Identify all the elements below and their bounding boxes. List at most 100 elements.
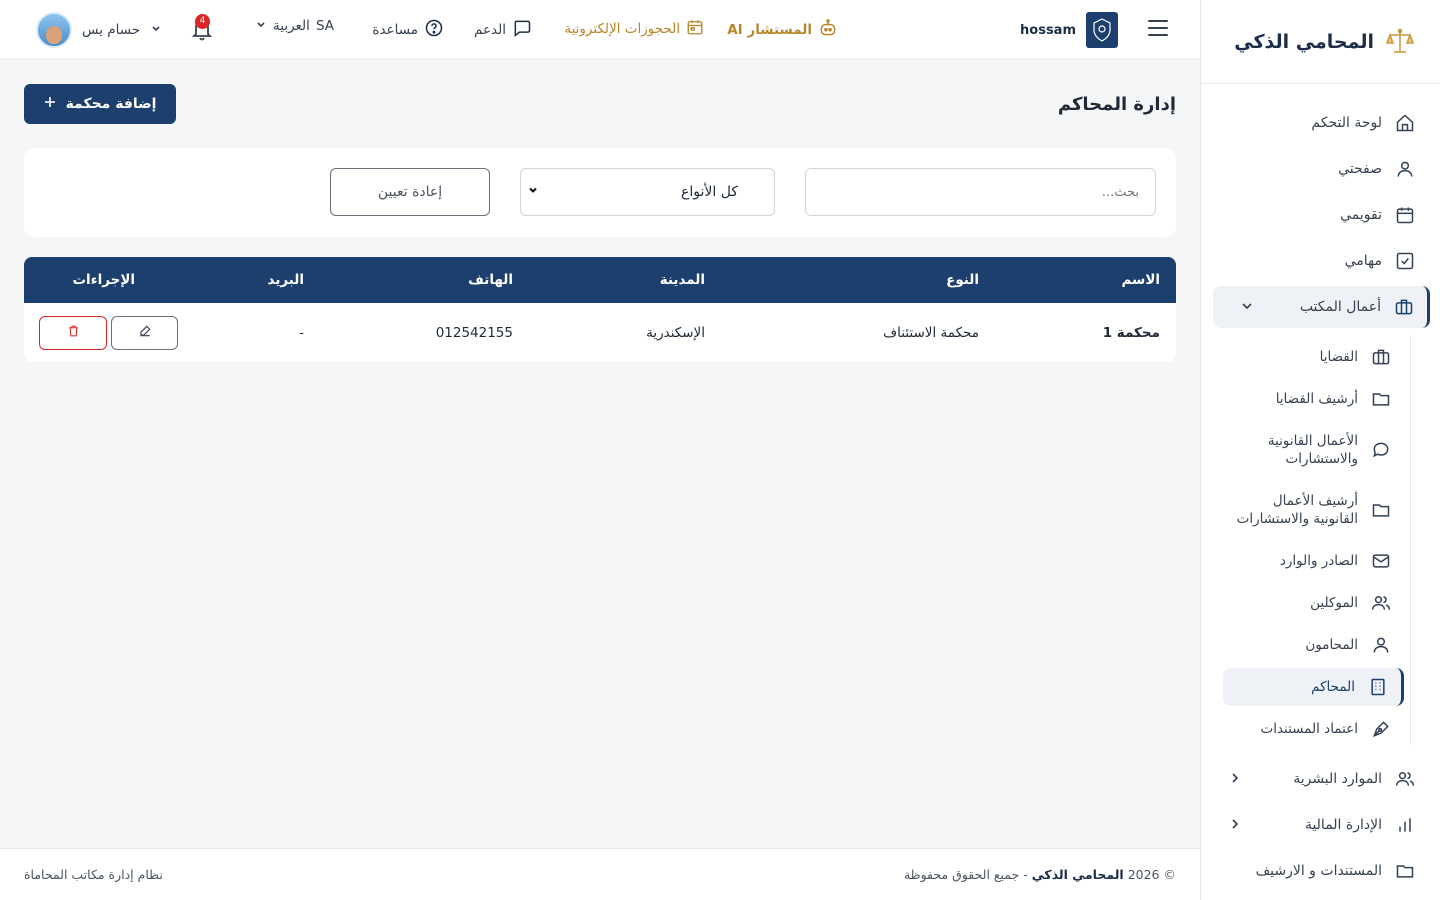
submenu-divider — [1410, 335, 1411, 745]
sidebar-item-label: الموكلين — [1310, 595, 1358, 611]
sidebar-item-label: المستندات و الارشيف — [1255, 863, 1382, 879]
sidebar-item-cases[interactable]: القضايا — [1201, 336, 1440, 378]
users-icon — [1370, 592, 1392, 614]
sidebar-item-label: أرشيف القضايا — [1275, 391, 1358, 407]
support-link[interactable]: الدعم — [474, 18, 532, 42]
system-name: نظام إدارة مكاتب المحاماة — [24, 867, 163, 882]
delete-button[interactable] — [39, 316, 107, 350]
reset-button[interactable]: إعادة تعيين — [330, 168, 490, 216]
user-icon — [1394, 158, 1416, 180]
e-bookings-link[interactable]: الحجوزات الإلكترونية — [564, 18, 704, 40]
folder-icon — [1370, 499, 1392, 521]
sidebar-item-correspondence[interactable]: الصادر والوارد — [1201, 540, 1440, 582]
help-link[interactable]: مساعدة — [372, 18, 444, 42]
firm-name: hossam — [1020, 22, 1076, 38]
search-input[interactable] — [805, 168, 1156, 216]
edit-icon — [138, 324, 152, 342]
type-filter-value: كل الأنواع — [681, 184, 738, 200]
firm-logo — [1086, 12, 1118, 48]
sidebar-item-dashboard[interactable]: لوحة التحكم — [1201, 100, 1440, 146]
table-row: محكمة 1 محكمة الاستئناف الإسكندرية 01254… — [24, 303, 1176, 362]
column-header-actions: الإجراءات — [72, 272, 135, 288]
e-bookings-label: الحجوزات الإلكترونية — [564, 21, 680, 37]
copyright: © 2026 المحامي الذكي - جميع الحقوق محفوظ… — [904, 867, 1176, 882]
sidebar: المحامي الذكي لوحة التحكم صفحتي تقويمي م… — [1200, 0, 1440, 900]
menu-toggle-button[interactable] — [1148, 20, 1168, 38]
chat-icon — [1370, 439, 1392, 461]
copyright-year: © 2026 — [1127, 867, 1176, 882]
notifications-button[interactable]: 4 — [186, 14, 214, 44]
top-header: hossam المستشار AI الحجوزات الإلكترونية … — [0, 0, 1200, 60]
column-header-type[interactable]: النوع — [946, 272, 979, 288]
chart-icon — [1394, 814, 1416, 836]
mail-icon — [1370, 550, 1392, 572]
calendar-icon — [1394, 204, 1416, 226]
sidebar-nav: لوحة التحكم صفحتي تقويمي مهامي أعمال الم… — [1201, 84, 1440, 894]
chevron-down-icon — [150, 22, 162, 38]
chevron-down-icon — [255, 18, 267, 34]
sidebar-item-office-work[interactable]: أعمال المكتب — [1213, 286, 1430, 328]
cell-city: الإسكندرية — [646, 324, 705, 341]
home-icon — [1394, 112, 1416, 134]
sidebar-item-legal-works-archive[interactable]: أرشيف الأعمال القانونية والاستشارات — [1201, 480, 1440, 540]
add-court-button[interactable]: إضافة محكمة — [24, 84, 176, 124]
chevron-down-icon — [527, 184, 539, 199]
sidebar-item-label: مهامي — [1344, 253, 1382, 269]
user-menu[interactable]: حسام يس — [36, 12, 162, 48]
chat-icon — [512, 18, 532, 42]
sidebar-item-clients[interactable]: الموكلين — [1201, 582, 1440, 624]
sidebar-item-document-approval[interactable]: اعتماد المستندات — [1201, 708, 1440, 750]
sidebar-item-legal-works[interactable]: الأعمال القانونية والاستشارات — [1201, 420, 1440, 480]
type-filter-select[interactable]: كل الأنواع — [520, 168, 775, 216]
trash-icon — [67, 324, 80, 342]
ai-advisor-link[interactable]: المستشار AI — [727, 18, 838, 42]
filters-card: كل الأنواع إعادة تعيين — [24, 148, 1176, 237]
column-header-city[interactable]: المدينة — [660, 272, 705, 288]
sidebar-item-label: صفحتي — [1338, 161, 1382, 177]
sidebar-item-label: أرشيف الأعمال القانونية والاستشارات — [1236, 493, 1358, 527]
cell-name: محكمة 1 — [1102, 324, 1160, 341]
sidebar-item-hr[interactable]: الموارد البشرية — [1201, 756, 1440, 802]
sidebar-item-label: لوحة التحكم — [1311, 115, 1382, 131]
sidebar-item-lawyers[interactable]: المحامون — [1201, 624, 1440, 666]
cell-phone: 012542155 — [435, 324, 513, 341]
firm-badge[interactable]: hossam — [1020, 12, 1118, 48]
column-header-phone[interactable]: الهاتف — [468, 272, 513, 288]
calendar-icon — [686, 18, 704, 40]
chevron-down-icon — [1241, 300, 1253, 315]
sidebar-item-cases-archive[interactable]: أرشيف القضايا — [1201, 378, 1440, 420]
column-header-name[interactable]: الاسم — [1121, 272, 1160, 288]
notification-count-badge: 4 — [195, 14, 210, 29]
building-icon — [1367, 676, 1389, 698]
sidebar-item-calendar[interactable]: تقويمي — [1201, 192, 1440, 238]
sidebar-item-label: اعتماد المستندات — [1260, 721, 1358, 737]
sidebar-item-label: الصادر والوارد — [1279, 553, 1358, 569]
sidebar-item-finance[interactable]: الإدارة المالية — [1201, 802, 1440, 848]
avatar — [36, 12, 72, 48]
edit-button[interactable] — [111, 316, 178, 350]
briefcase-icon — [1370, 346, 1392, 368]
footer-brand: المحامي الذكي — [1031, 867, 1124, 882]
language-code: SA — [315, 18, 334, 34]
sidebar-item-documents-archive[interactable]: المستندات و الارشيف — [1201, 848, 1440, 894]
sidebar-item-courts[interactable]: المحاكم — [1223, 668, 1404, 706]
column-header-email[interactable]: البريد — [268, 272, 304, 288]
user-name: حسام يس — [82, 22, 141, 38]
page-title: إدارة المحاكم — [1057, 94, 1176, 115]
plus-icon — [44, 96, 56, 112]
brand[interactable]: المحامي الذكي — [1201, 0, 1440, 84]
courts-table: الاسم النوع المدينة الهاتف البريد الإجرا… — [24, 257, 1176, 362]
folder-icon — [1394, 860, 1416, 882]
sidebar-item-label: تقويمي — [1340, 207, 1382, 223]
robot-icon — [818, 18, 838, 42]
sidebar-item-tasks[interactable]: مهامي — [1201, 238, 1440, 284]
sidebar-item-my-page[interactable]: صفحتي — [1201, 146, 1440, 192]
briefcase-icon — [1393, 296, 1415, 318]
help-icon — [424, 18, 444, 42]
sidebar-item-label: المحامون — [1305, 637, 1358, 653]
sidebar-item-label: الأعمال القانونية والاستشارات — [1267, 433, 1358, 467]
checkbox-icon — [1394, 250, 1416, 272]
language-selector[interactable]: SA العربية — [255, 18, 334, 34]
copyright-text: - جميع الحقوق محفوظة — [903, 867, 1028, 882]
user-icon — [1370, 634, 1392, 656]
